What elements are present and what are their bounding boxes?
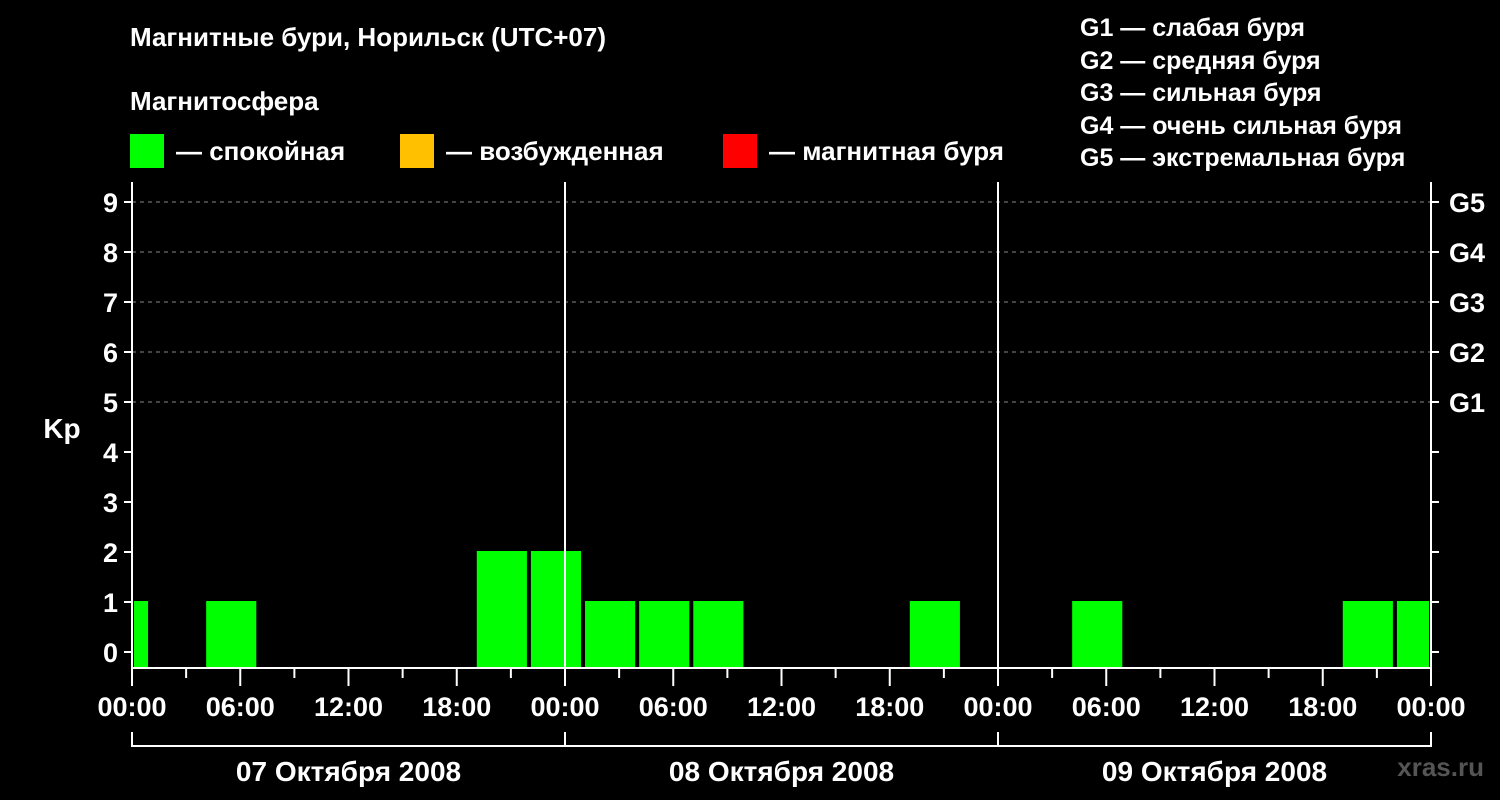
y-tick-label: 1	[103, 588, 118, 618]
bar	[1342, 601, 1393, 668]
x-tick-label: 12:00	[314, 692, 383, 722]
g-level-label: G2	[1449, 338, 1485, 368]
day-label: 08 Октября 2008	[669, 756, 894, 787]
x-tick-label: 12:00	[1180, 692, 1249, 722]
x-tick-label: 06:00	[1072, 692, 1141, 722]
kp-chart: 0 1 2 3 4 5 6 7 8 9 G1 G2 G3 G4 G5 Kp 00:00 06:00 12:00 18:…	[43, 182, 1485, 787]
x-tick-label: 12:00	[747, 692, 816, 722]
bar	[476, 551, 527, 668]
y-axis-label: Kp	[43, 413, 80, 444]
x-tick-label: 00:00	[1396, 692, 1465, 722]
bar	[639, 601, 690, 668]
g-level-label: G4	[1449, 238, 1485, 268]
x-tick-label: 18:00	[422, 692, 491, 722]
x-tick-label: 00:00	[97, 692, 166, 722]
y-tick-label: 9	[103, 188, 118, 218]
y-tick-label: 0	[103, 638, 118, 668]
bar	[909, 601, 960, 668]
y-tick-label: 2	[103, 538, 118, 568]
y-tick-label: 6	[103, 338, 118, 368]
y-tick-label: 7	[103, 288, 118, 318]
x-tick-label: 18:00	[1288, 692, 1357, 722]
day-label: 07 Октября 2008	[236, 756, 461, 787]
bar	[585, 601, 636, 668]
day-label: 09 Октября 2008	[1102, 756, 1327, 787]
x-tick-label: 00:00	[530, 692, 599, 722]
y-tick-label: 3	[103, 488, 118, 518]
bar	[134, 601, 149, 668]
x-tick-label: 06:00	[639, 692, 708, 722]
bar	[530, 551, 582, 668]
x-tick-label: 18:00	[855, 692, 924, 722]
g-level-label: G3	[1449, 288, 1485, 318]
bar	[1072, 601, 1123, 668]
y-tick-label: 4	[103, 438, 118, 468]
bar	[1396, 601, 1429, 668]
y-tick-label: 8	[103, 238, 118, 268]
y-tick-label: 5	[103, 388, 118, 418]
bar	[206, 601, 257, 668]
watermark: xras.ru	[1397, 752, 1484, 782]
x-tick-label: 06:00	[206, 692, 275, 722]
bar	[693, 601, 744, 668]
g-level-label: G1	[1449, 388, 1485, 418]
x-tick-label: 00:00	[963, 692, 1032, 722]
g-level-label: G5	[1449, 188, 1485, 218]
